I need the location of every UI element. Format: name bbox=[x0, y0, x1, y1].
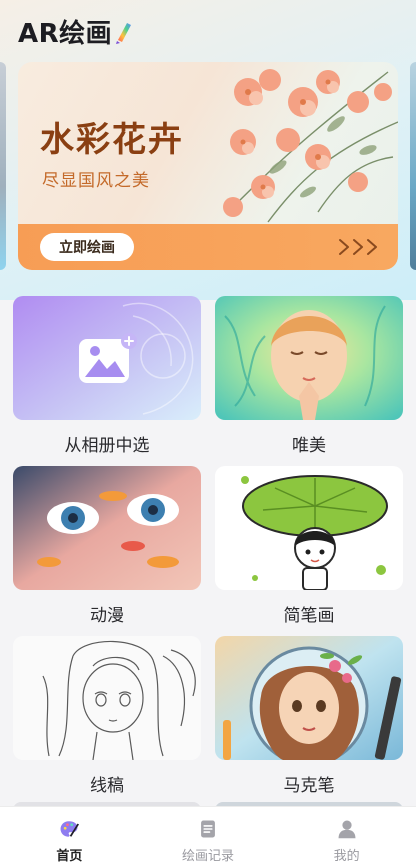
nav-profile[interactable]: 我的 bbox=[277, 807, 416, 864]
card-label: 线稿 bbox=[90, 775, 124, 796]
banner-title: 水彩花卉 bbox=[40, 120, 184, 160]
card-thumb bbox=[13, 466, 201, 590]
card-thumb bbox=[13, 296, 201, 420]
card-line-art[interactable]: 线稿 bbox=[13, 636, 201, 806]
card-label: 马克笔 bbox=[283, 775, 335, 796]
card-thumb bbox=[215, 466, 403, 590]
nav-label-profile: 我的 bbox=[333, 849, 360, 864]
start-drawing-button[interactable]: 立即绘画 bbox=[40, 233, 134, 261]
banner-watercolor-flowers[interactable]: 水彩花卉 尽显国风之美 立即绘画 bbox=[18, 62, 398, 270]
marker-pen-thumb-art bbox=[215, 636, 403, 760]
nav-home[interactable]: 首页 bbox=[0, 807, 139, 864]
card-anime[interactable]: 动漫 bbox=[13, 466, 201, 636]
nav-label-history: 绘画记录 bbox=[182, 849, 235, 864]
user-icon bbox=[338, 820, 356, 839]
line-art-thumb-art bbox=[13, 636, 201, 760]
card-pick-from-album[interactable]: 从相册中选 bbox=[13, 296, 201, 466]
palette-icon bbox=[60, 821, 80, 837]
bottom-navigation: 首页 绘画记录 我的 bbox=[0, 806, 416, 864]
card-thumb bbox=[215, 636, 403, 760]
app-header: AR绘画 bbox=[18, 14, 134, 49]
card-thumb bbox=[13, 636, 201, 760]
card-thumb bbox=[215, 296, 403, 420]
banner-footer: 立即绘画 bbox=[18, 224, 398, 270]
card-marker-pen[interactable]: 马克笔 bbox=[215, 636, 403, 806]
card-aesthetic[interactable]: 唯美 bbox=[215, 296, 403, 466]
nav-drawing-history[interactable]: 绘画记录 bbox=[139, 807, 278, 864]
document-list-icon bbox=[201, 820, 215, 838]
aesthetic-thumb-art bbox=[215, 296, 403, 420]
photo-plus-icon bbox=[79, 333, 137, 383]
carousel-prev-peek[interactable] bbox=[0, 62, 6, 270]
card-label: 从相册中选 bbox=[64, 435, 150, 456]
paintbrush-icon bbox=[116, 23, 132, 44]
carousel-next-peek[interactable] bbox=[410, 62, 416, 270]
anime-thumb-art bbox=[13, 466, 201, 590]
banner-subtitle: 尽显国风之美 bbox=[42, 171, 150, 191]
card-label: 唯美 bbox=[292, 435, 326, 456]
card-label: 动漫 bbox=[90, 605, 124, 626]
card-label: 简笔画 bbox=[283, 605, 335, 626]
flower-illustration bbox=[223, 69, 398, 223]
card-simple-drawing[interactable]: 简笔画 bbox=[215, 466, 403, 636]
simple-drawing-thumb-art bbox=[215, 466, 403, 590]
nav-label-home: 首页 bbox=[56, 849, 83, 864]
app-title: AR绘画 bbox=[18, 18, 113, 49]
style-grid: 从相册中选 唯美 动漫 简笔画 线稿 马克笔 bbox=[13, 296, 403, 806]
triple-chevron-right-icon[interactable] bbox=[334, 236, 384, 258]
